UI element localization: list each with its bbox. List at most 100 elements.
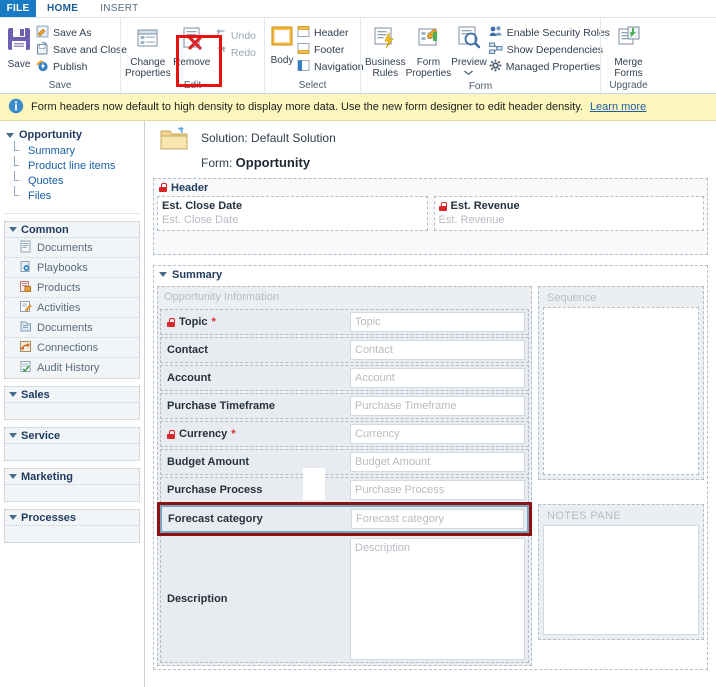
redo-button[interactable]: Redo xyxy=(213,44,260,61)
chevron-down-icon[interactable] xyxy=(464,67,474,78)
form-row-budget-amount[interactable]: Budget Amount Budget Amount xyxy=(160,449,529,475)
notification-message: Form headers now default to high density… xyxy=(31,101,583,113)
form-header-section-title-row: Header xyxy=(154,179,707,196)
ribbon-group-edit: Change Properties Remove Undo Redo Edit xyxy=(120,18,264,93)
tree-root-opportunity[interactable]: Opportunity xyxy=(6,127,144,143)
form-prefix-label: Form: xyxy=(201,156,236,170)
merge-forms-button[interactable]: Merge Forms xyxy=(605,21,652,79)
form-row-purchase-timeframe[interactable]: Purchase Timeframe Purchase Timeframe xyxy=(160,393,529,419)
form-row-account[interactable]: Account Account xyxy=(160,365,529,391)
body-button[interactable]: Body xyxy=(269,21,295,66)
sidebar-item-products[interactable]: Products xyxy=(5,278,139,298)
header-button[interactable]: Header xyxy=(295,24,368,41)
form-row-description-field[interactable]: Description xyxy=(350,538,525,660)
form-row-budget-amount-field[interactable]: Budget Amount xyxy=(350,452,525,472)
form-row-topic-field[interactable]: Topic xyxy=(350,312,525,332)
show-dependencies-button[interactable]: Show Dependencies xyxy=(487,41,614,58)
expander-triangle-icon[interactable] xyxy=(9,515,17,520)
save-button-label: Save xyxy=(7,59,31,70)
expander-triangle-icon[interactable] xyxy=(9,227,17,232)
preview-button[interactable]: Preview xyxy=(451,21,487,80)
sidebar-section-service-header[interactable]: Service xyxy=(5,428,139,444)
publish-button[interactable]: Publish xyxy=(34,58,131,75)
opportunity-information-panel[interactable]: Opportunity Information Topic * Topic Co… xyxy=(157,286,532,666)
header-label: Header xyxy=(314,26,349,39)
form-row-currency[interactable]: Currency * Currency xyxy=(160,421,529,447)
save-and-close-button[interactable]: Save and Close xyxy=(34,41,131,58)
sidebar-item-audit-history[interactable]: Audit History xyxy=(5,358,139,378)
change-properties-button[interactable]: Change Properties xyxy=(125,21,171,79)
navigation-button[interactable]: Navigation xyxy=(295,58,368,75)
required-asterisk: * xyxy=(211,316,216,328)
navigation-sidebar: Opportunity Summary Product line items Q… xyxy=(0,121,145,687)
managed-properties-button[interactable]: Managed Properties xyxy=(487,58,614,75)
lock-icon xyxy=(438,201,447,211)
form-row-account-field[interactable]: Account xyxy=(350,368,525,388)
field-est-close-date[interactable]: Est. Close Date Est. Close Date xyxy=(157,196,428,231)
form-row-currency-field[interactable]: Currency xyxy=(350,424,525,444)
expander-triangle-icon[interactable] xyxy=(159,272,167,277)
form-properties-button[interactable]: Form Properties xyxy=(405,21,452,79)
solution-header: Solution: Default Solution Form: Opportu… xyxy=(153,121,716,170)
form-tab-summary[interactable]: Summary Opportunity Information Topic * … xyxy=(153,265,708,670)
form-row-purchase-process-field[interactable]: Purchase Process xyxy=(350,480,525,500)
sidebar-item-playbooks[interactable]: Playbooks xyxy=(5,258,139,278)
sidebar-section-processes-header[interactable]: Processes xyxy=(5,510,139,526)
tree-item-summary[interactable]: Summary xyxy=(6,141,144,158)
form-row-forecast-category[interactable]: Forecast category Forecast category xyxy=(157,502,532,536)
notes-panel[interactable]: NOTES PANE xyxy=(538,504,704,640)
sidebar-section-sales-header[interactable]: Sales xyxy=(5,387,139,403)
sidebar-section-common-header[interactable]: Common xyxy=(5,222,139,238)
undo-button[interactable]: Undo xyxy=(213,27,260,44)
sidebar-divider xyxy=(4,213,140,214)
form-row-contact-field[interactable]: Contact xyxy=(350,340,525,360)
tab-insert[interactable]: INSERT xyxy=(89,0,149,17)
sequence-panel-body[interactable] xyxy=(543,307,699,475)
expander-triangle-icon[interactable] xyxy=(6,132,14,138)
learn-more-link[interactable]: Learn more xyxy=(590,101,646,113)
tab-file[interactable]: FILE xyxy=(0,0,36,17)
tree-item-quotes[interactable]: Quotes xyxy=(6,171,144,188)
form-row-contact[interactable]: Contact Contact xyxy=(160,337,529,363)
sidebar-item-documents[interactable]: Documents xyxy=(5,238,139,258)
business-rules-button[interactable]: Business Rules xyxy=(365,21,406,79)
enable-security-roles-button[interactable]: Enable Security Roles xyxy=(487,24,614,41)
summary-right-column: Sequence NOTES PANE xyxy=(538,286,704,666)
sidebar-section-marketing-header[interactable]: Marketing xyxy=(5,469,139,485)
merge-forms-label: Merge Forms xyxy=(614,57,643,79)
sidebar-section-service: Service xyxy=(4,427,140,461)
footer-button[interactable]: Footer xyxy=(295,41,368,58)
expander-triangle-icon[interactable] xyxy=(9,474,17,479)
form-row-purchase-process[interactable]: Purchase Process Purchase Process xyxy=(160,477,529,503)
tree-item-product-line-items-label: Product line items xyxy=(28,159,116,172)
form-row-forecast-category-label: Forecast category xyxy=(168,513,263,525)
expander-triangle-icon[interactable] xyxy=(9,433,17,438)
form-row-topic[interactable]: Topic * Topic xyxy=(160,309,529,335)
field-est-revenue[interactable]: Est. Revenue Est. Revenue xyxy=(433,196,704,231)
sequence-panel[interactable]: Sequence xyxy=(538,286,704,480)
tab-home[interactable]: HOME xyxy=(36,0,90,17)
notes-panel-body[interactable] xyxy=(543,525,699,635)
save-as-button[interactable]: Save As xyxy=(34,24,131,41)
expander-triangle-icon[interactable] xyxy=(9,392,17,397)
form-header-section[interactable]: Header Est. Close Date Est. Close Date E… xyxy=(153,178,708,255)
activities-icon xyxy=(19,300,32,316)
sidebar-section-processes: Processes xyxy=(4,509,140,543)
tree-item-files[interactable]: Files xyxy=(6,186,144,203)
sidebar-item-documents-folder[interactable]: Documents xyxy=(5,318,139,338)
form-row-forecast-category-field[interactable]: Forecast category xyxy=(351,509,524,529)
redo-label: Redo xyxy=(230,46,256,59)
sidebar-section-sales-body xyxy=(5,403,139,419)
form-row-purchase-timeframe-field[interactable]: Purchase Timeframe xyxy=(350,396,525,416)
remove-button[interactable]: Remove xyxy=(171,21,213,68)
sidebar-item-connections[interactable]: Connections xyxy=(5,338,139,358)
sidebar-item-activities[interactable]: Activities xyxy=(5,298,139,318)
save-button[interactable]: Save xyxy=(4,21,34,70)
form-properties-label: Form Properties xyxy=(405,57,452,79)
tree-item-product-line-items[interactable]: Product line items xyxy=(6,156,144,173)
managed-properties-icon xyxy=(489,59,502,75)
form-row-description[interactable]: Description Description xyxy=(160,535,529,663)
sidebar-item-documents-folder-label: Documents xyxy=(37,321,93,334)
save-as-icon xyxy=(36,25,49,41)
lock-icon xyxy=(167,429,175,439)
